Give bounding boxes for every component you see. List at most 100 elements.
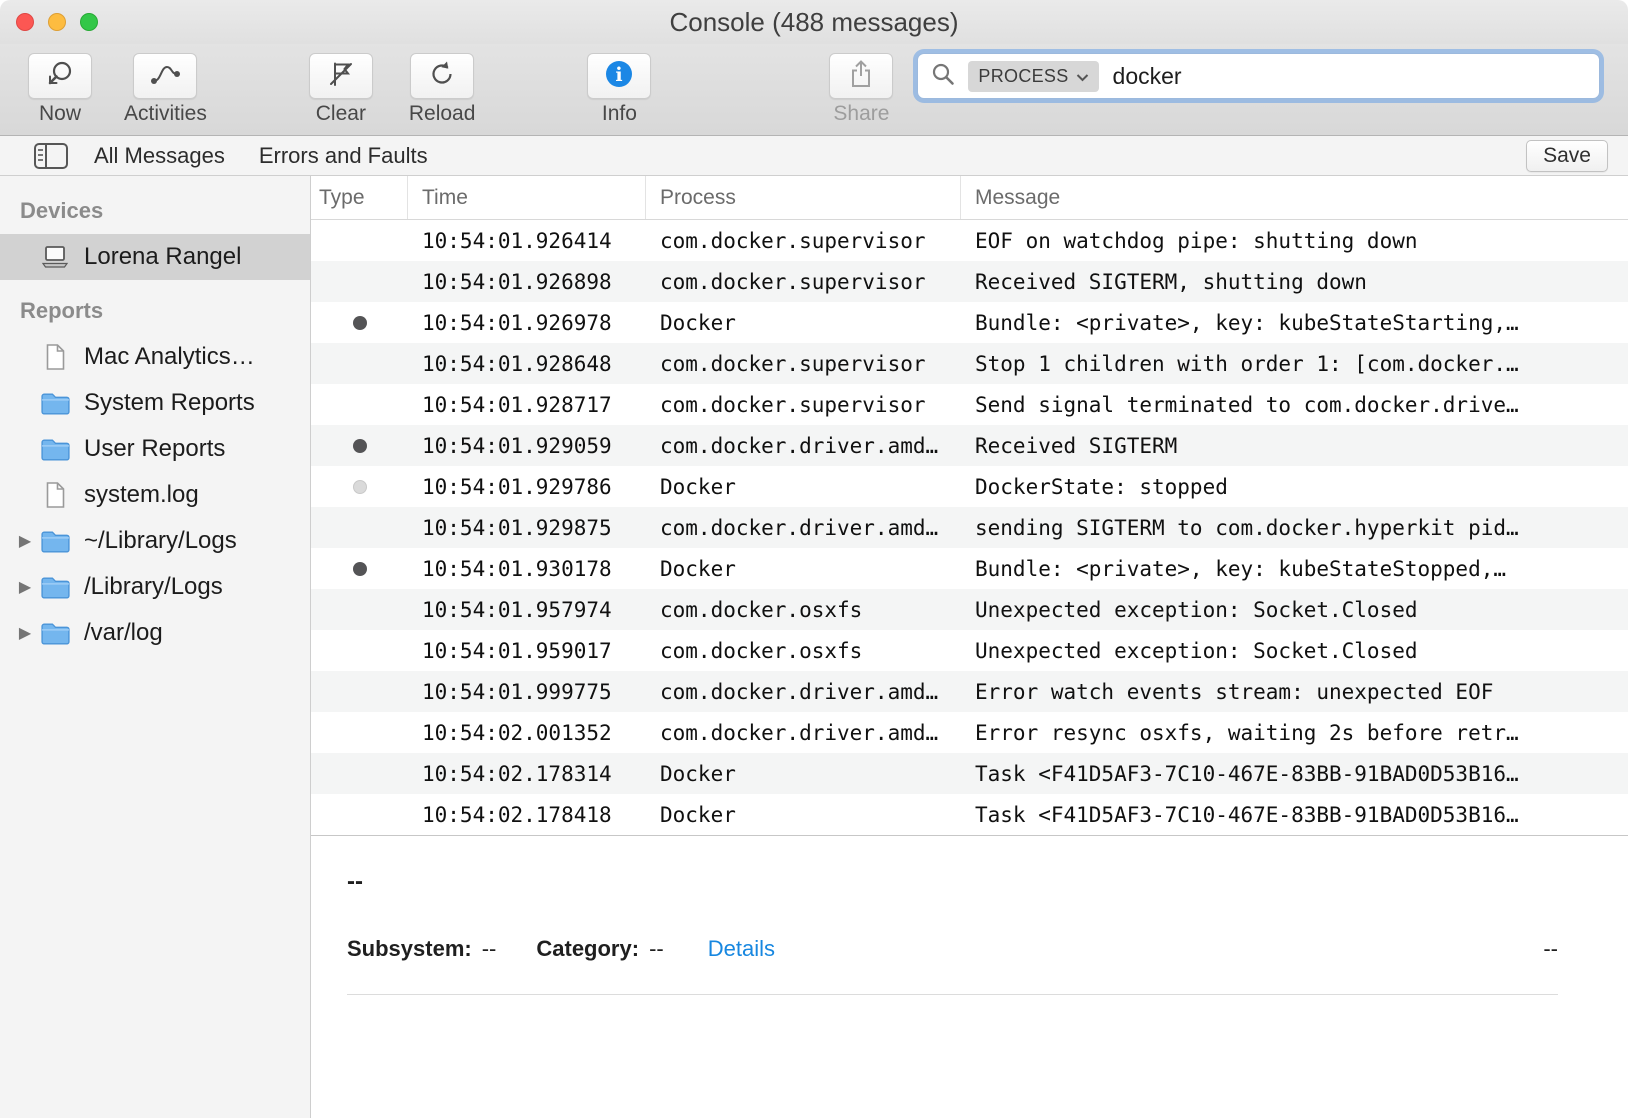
reload-button-face[interactable]: [410, 53, 474, 99]
clear-icon: [327, 60, 355, 93]
log-time-cell: 10:54:01.926978: [408, 311, 646, 335]
clear-button-face[interactable]: [309, 53, 373, 99]
search-filter-token[interactable]: PROCESS: [968, 61, 1098, 92]
sidebar-item[interactable]: ▶ /Library/Logs: [0, 564, 310, 610]
titlebar: Console (488 messages): [0, 0, 1628, 44]
traffic-lights: [16, 0, 98, 44]
info-button-face[interactable]: i: [587, 53, 651, 99]
log-level-cell: [311, 439, 408, 453]
log-process-cell: com.docker.supervisor: [646, 229, 961, 253]
log-process-cell: Docker: [646, 762, 961, 786]
log-row[interactable]: 10:54:01.929786DockerDockerState: stoppe…: [311, 466, 1628, 507]
log-time-cell: 10:54:01.959017: [408, 639, 646, 663]
minimize-button[interactable]: [48, 13, 66, 31]
log-message-cell: Received SIGTERM, shutting down: [961, 270, 1628, 294]
log-process-cell: com.docker.driver.amd…: [646, 721, 961, 745]
dark-level-dot-icon: [353, 316, 367, 330]
sidebar-item[interactable]: ▶~/Library/Logs: [0, 518, 310, 564]
log-time-cell: 10:54:01.929786: [408, 475, 646, 499]
detail-right-value: --: [1543, 936, 1558, 962]
log-row[interactable]: 10:54:01.999775com.docker.driver.amd…Err…: [311, 671, 1628, 712]
table-header: Type Time Process Message: [311, 176, 1628, 220]
log-process-cell: com.docker.supervisor: [646, 352, 961, 376]
log-message-cell: Error watch events stream: unexpected EO…: [961, 680, 1628, 704]
log-message-cell: Unexpected exception: Socket.Closed: [961, 598, 1628, 622]
now-icon: [46, 60, 74, 93]
reload-button[interactable]: Reload: [409, 53, 476, 126]
console-window: Console (488 messages) Now Activities: [0, 0, 1628, 1118]
log-process-cell: Docker: [646, 475, 961, 499]
column-header-process[interactable]: Process: [646, 176, 961, 219]
sidebar-item[interactable]: ▶Mac Analytics…: [0, 334, 310, 380]
log-message-cell: sending SIGTERM to com.docker.hyperkit p…: [961, 516, 1628, 540]
log-process-cell: com.docker.driver.amd…: [646, 680, 961, 704]
tab-errors-and-faults[interactable]: Errors and Faults: [259, 143, 428, 169]
details-link[interactable]: Details: [708, 936, 775, 962]
log-row[interactable]: 10:54:01.929059com.docker.driver.amd…Rec…: [311, 425, 1628, 466]
sidebar: Devices▶Lorena RangelReports▶Mac Analyti…: [0, 176, 311, 1118]
folder-icon: [38, 526, 72, 556]
sidebar-item-label: System Reports: [84, 389, 255, 417]
search-field[interactable]: PROCESS: [917, 53, 1600, 99]
sidebar-section-header: Reports: [0, 280, 310, 334]
disclosure-triangle-icon[interactable]: ▶: [12, 531, 38, 551]
sidebar-section-header: Devices: [0, 180, 310, 234]
save-button[interactable]: Save: [1526, 140, 1608, 172]
log-row[interactable]: 10:54:01.959017com.docker.osxfsUnexpecte…: [311, 630, 1628, 671]
log-message-cell: Send signal terminated to com.docker.dri…: [961, 393, 1628, 417]
log-row[interactable]: 10:54:02.178418DockerTask <F41D5AF3-7C10…: [311, 794, 1628, 835]
sidebar-item[interactable]: ▶system.log: [0, 472, 310, 518]
log-row[interactable]: 10:54:01.926414com.docker.supervisorEOF …: [311, 220, 1628, 261]
detail-meta: Subsystem: -- Category: -- Details --: [347, 936, 1558, 962]
log-time-cell: 10:54:01.930178: [408, 557, 646, 581]
laptop-icon: [38, 242, 72, 272]
disclosure-triangle-icon[interactable]: ▶: [12, 623, 38, 643]
log-message-cell: Task <F41D5AF3-7C10-467E-83BB-91BAD0D53B…: [961, 803, 1628, 827]
log-process-cell: Docker: [646, 311, 961, 335]
log-level-cell: [311, 316, 408, 330]
sidebar-item[interactable]: ▶/var/log: [0, 610, 310, 656]
info-button[interactable]: i Info: [587, 53, 651, 126]
log-process-cell: com.docker.driver.amd…: [646, 516, 961, 540]
search-input[interactable]: [1113, 63, 1587, 90]
log-row[interactable]: 10:54:01.930178DockerBundle: <private>, …: [311, 548, 1628, 589]
column-header-time[interactable]: Time: [408, 176, 646, 219]
dark-level-dot-icon: [353, 439, 367, 453]
log-row[interactable]: 10:54:02.178314DockerTask <F41D5AF3-7C10…: [311, 753, 1628, 794]
log-row[interactable]: 10:54:01.926978DockerBundle: <private>, …: [311, 302, 1628, 343]
disclosure-triangle-icon[interactable]: ▶: [12, 577, 38, 597]
log-pane: Type Time Process Message 10:54:01.92641…: [311, 176, 1628, 1118]
zoom-button[interactable]: [80, 13, 98, 31]
sidebar-item[interactable]: ▶System Reports: [0, 380, 310, 426]
log-row[interactable]: 10:54:01.928717com.docker.supervisorSend…: [311, 384, 1628, 425]
folder-icon: [38, 388, 72, 418]
clear-button[interactable]: Clear: [309, 53, 373, 126]
now-button[interactable]: Now: [28, 53, 92, 126]
log-rows: 10:54:01.926414com.docker.supervisorEOF …: [311, 220, 1628, 835]
log-time-cell: 10:54:02.178418: [408, 803, 646, 827]
activities-button-face[interactable]: [133, 53, 197, 99]
log-row[interactable]: 10:54:01.928648com.docker.supervisorStop…: [311, 343, 1628, 384]
sidebar-toggle-icon[interactable]: [34, 143, 68, 169]
sidebar-item[interactable]: ▶User Reports: [0, 426, 310, 472]
activities-button[interactable]: Activities: [124, 53, 207, 126]
close-button[interactable]: [16, 13, 34, 31]
sidebar-item[interactable]: ▶Lorena Rangel: [0, 234, 310, 280]
sidebar-item-label: /Library/Logs: [84, 573, 223, 601]
tab-all-messages[interactable]: All Messages: [94, 143, 225, 169]
log-row[interactable]: 10:54:01.957974com.docker.osxfsUnexpecte…: [311, 589, 1628, 630]
log-row[interactable]: 10:54:01.926898com.docker.supervisorRece…: [311, 261, 1628, 302]
log-message-cell: Unexpected exception: Socket.Closed: [961, 639, 1628, 663]
sidebar-item-label: Lorena Rangel: [84, 243, 241, 271]
window-title: Console (488 messages): [669, 7, 958, 38]
reload-icon: [428, 60, 456, 93]
log-message-cell: Bundle: <private>, key: kubeStateStartin…: [961, 311, 1628, 335]
column-header-message[interactable]: Message: [961, 176, 1628, 219]
log-row[interactable]: 10:54:02.001352com.docker.driver.amd…Err…: [311, 712, 1628, 753]
share-label: Share: [833, 102, 889, 126]
info-label: Info: [602, 102, 637, 126]
column-header-type[interactable]: Type: [311, 176, 408, 219]
log-row[interactable]: 10:54:01.929875com.docker.driver.amd…sen…: [311, 507, 1628, 548]
sidebar-item-label: User Reports: [84, 435, 225, 463]
now-button-face[interactable]: [28, 53, 92, 99]
